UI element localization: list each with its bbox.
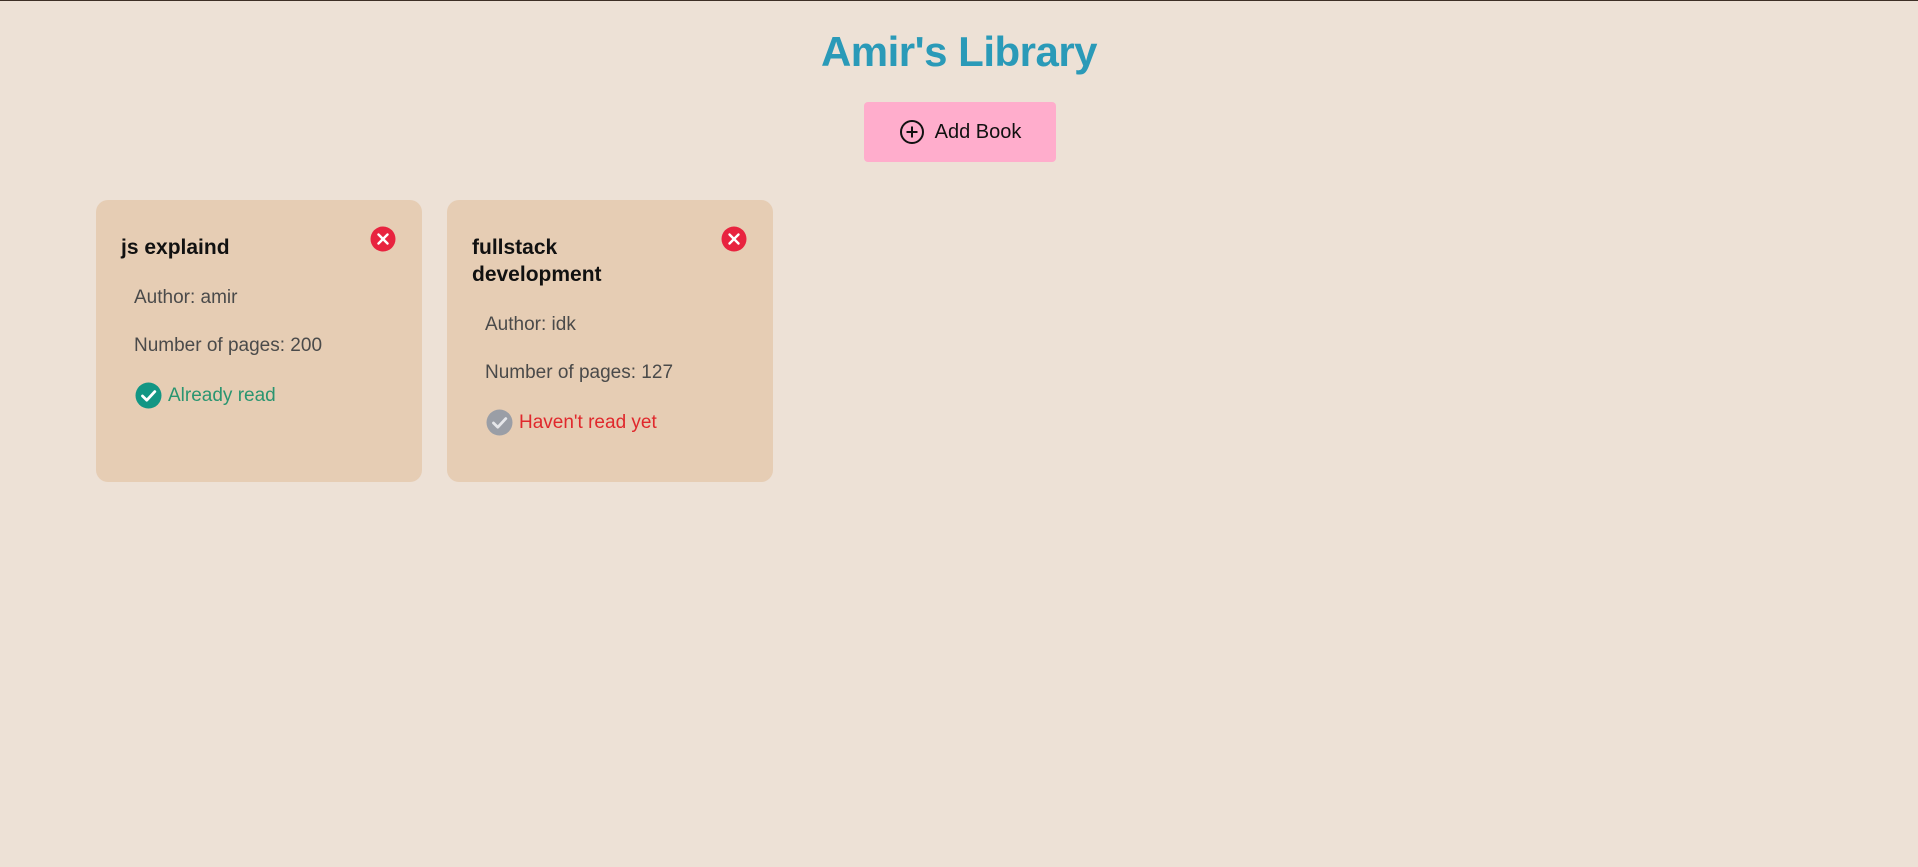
book-author: Author: amir (134, 287, 238, 308)
book-details: Author: idk Number of pages: 127 Haven't… (485, 313, 673, 436)
check-circle-icon (486, 409, 513, 436)
book-author: Author: idk (485, 314, 576, 335)
book-card: fullstack development Author: idk Number… (447, 200, 773, 482)
read-status-label: Haven't read yet (519, 411, 657, 433)
read-status-label: Already read (168, 384, 276, 406)
book-title: fullstack development (472, 236, 602, 286)
close-circle-icon[interactable] (721, 226, 747, 252)
book-details: Author: amir Number of pages: 200 Alread… (134, 286, 322, 409)
read-status-toggle[interactable]: Haven't read yet (486, 409, 673, 436)
book-card: js explaind Author: amir Number of pages… (96, 200, 422, 482)
plus-circle-icon (899, 119, 925, 145)
add-book-label: Add Book (934, 120, 1022, 143)
book-pages: Number of pages: 127 (485, 362, 674, 383)
page-title: Amir's Library (820, 28, 1098, 75)
book-title: js explaind (121, 236, 230, 259)
book-pages: Number of pages: 200 (134, 335, 323, 356)
read-status-toggle[interactable]: Already read (135, 382, 322, 409)
close-circle-icon[interactable] (370, 226, 396, 252)
check-circle-icon (135, 382, 162, 409)
add-book-button[interactable]: Add Book (864, 102, 1056, 162)
